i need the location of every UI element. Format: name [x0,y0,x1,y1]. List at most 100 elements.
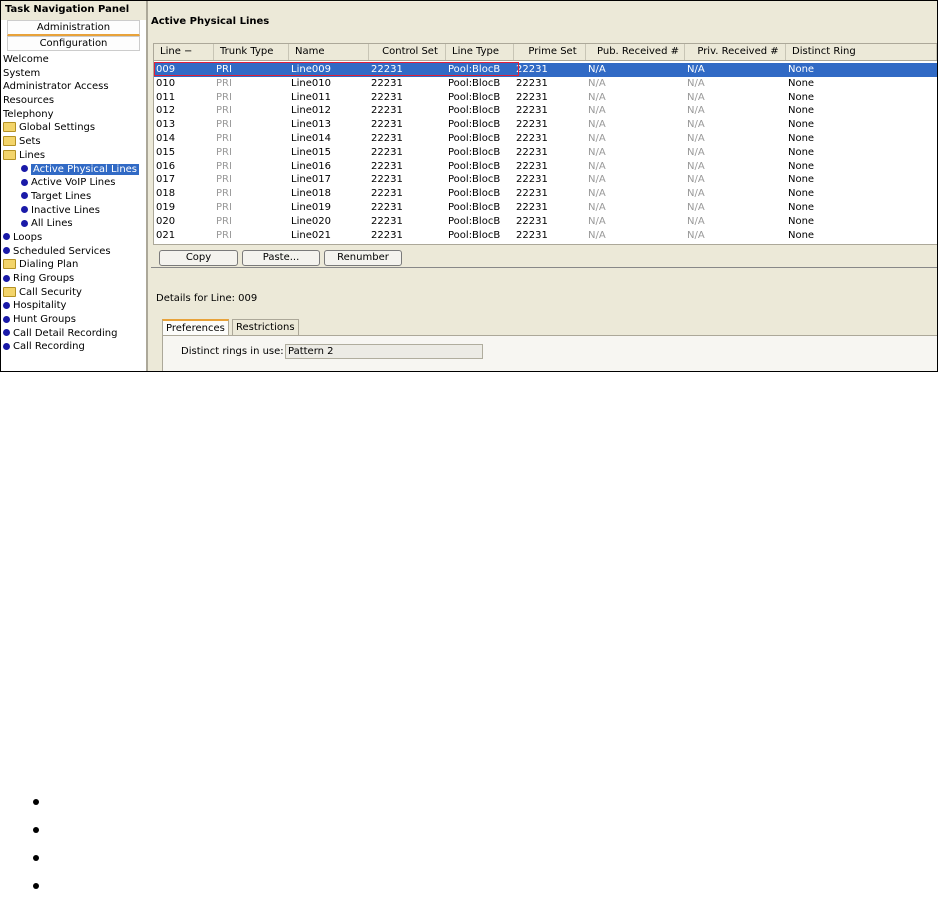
table-cell: 22231 [516,202,548,213]
table-cell: Line015 [291,146,331,158]
bullet-node-icon [3,315,10,323]
paste-button[interactable]: Paste... [242,250,320,266]
sidebar-item[interactable]: System [1,67,146,81]
table-cell: N/A [687,77,705,89]
table-cell: Line019 [291,202,331,213]
nav-tab-configuration[interactable]: Configuration [7,36,140,51]
sidebar-item[interactable]: Ring Groups [1,272,146,286]
sidebar-item[interactable]: Global Settings [1,121,146,135]
column-header[interactable]: Pub. Received # [586,44,685,60]
table-cell: 22231 [516,91,548,103]
sidebar-item[interactable]: Loops [1,231,146,245]
table-row[interactable]: 010 PRI Line010 22231 Pool:BlocB 22231 N/A N/A N… [154,77,937,91]
table-cell: Pool:BlocB [448,188,501,200]
table-cell: N/A [588,160,606,172]
sidebar-item[interactable]: Administrator Access [1,80,146,94]
sidebar-item[interactable]: Hospitality [1,299,146,313]
table-cell: PRI [216,105,232,117]
table-cell: None [788,133,815,144]
sidebar-item[interactable]: Active VoIP Lines [1,176,146,190]
copy-button[interactable]: Copy [159,250,238,266]
sidebar-item[interactable]: Hunt Groups [1,313,146,327]
table-row[interactable]: 013 PRI Line013 22231 Pool:BlocB 22231 N/A N/A N… [154,118,937,132]
table-cell: N/A [588,215,606,227]
column-header[interactable]: Control Set [369,44,446,60]
table-cell: N/A [687,105,705,117]
table-cell: 22231 [371,202,403,213]
table-cell: Pool:BlocB [448,119,501,131]
column-header[interactable]: Name [289,44,369,60]
sidebar-item[interactable]: Call Detail Recording [1,327,146,341]
table-cell: Pool:BlocB [448,133,501,144]
table-row[interactable]: 016 PRI Line016 22231 Pool:BlocB 22231 N/A N/A N… [154,160,937,174]
table-cell: None [788,77,815,89]
sidebar-item[interactable]: All Lines [1,217,146,231]
sidebar-item[interactable]: Sets [1,135,146,149]
sidebar-item[interactable]: Scheduled Services [1,245,146,259]
column-header[interactable]: Line − [154,44,214,60]
bullet-node-icon [21,219,28,227]
details-label: Details for Line: 009 [156,293,258,304]
table-cell: Line010 [291,77,331,89]
column-header[interactable]: Priv. Received # [685,44,786,60]
sidebar-item[interactable]: Target Lines [1,190,146,204]
table-cell: N/A [687,64,705,75]
table-cell: Line018 [291,188,331,200]
sidebar-item-label: Call Recording [13,341,85,353]
column-header[interactable]: Line Type [446,44,514,60]
table-cell: 012 [156,105,176,117]
table-cell: PRI [216,91,232,103]
table-row[interactable]: 019 PRI Line019 22231 Pool:BlocB 22231 N/A N/A N… [154,201,937,215]
table-cell: 010 [156,77,176,89]
table-cell: N/A [687,91,705,103]
sidebar-item[interactable]: Resources [1,94,146,108]
table-row[interactable]: 015 PRI Line015 22231 Pool:BlocB 22231 N/A N/A N… [154,146,937,160]
table-cell: 013 [156,119,176,131]
sidebar-item[interactable]: Active Physical Lines [1,163,146,177]
distinct-rings-field[interactable]: Pattern 2 [285,344,483,359]
table-cell: N/A [588,91,606,103]
table-cell: None [788,105,815,117]
sidebar-item[interactable]: Telephony [1,108,146,122]
table-cell: 22231 [516,146,548,158]
column-header[interactable]: Prime Set [514,44,586,60]
sidebar-item[interactable]: Lines [1,149,146,163]
table-cell: None [788,64,815,75]
sidebar-item[interactable]: Welcome [1,53,146,67]
splitter[interactable] [151,267,937,268]
bullet [33,883,39,889]
table-cell: 021 [156,229,176,241]
table-cell: None [788,202,815,213]
table-row[interactable]: 020 PRI Line020 22231 Pool:BlocB 22231 N/A N/A N… [154,215,937,229]
table-cell: 22231 [371,229,403,241]
table-cell: None [788,174,815,186]
sidebar-item[interactable]: Dialing Plan [1,258,146,272]
table-row[interactable]: 011 PRI Line011 22231 Pool:BlocB 22231 N/A N/A N… [154,91,937,105]
table-row[interactable]: 014 PRI Line014 22231 Pool:BlocB 22231 N/A N/A N… [154,132,937,146]
table-row[interactable]: 021 PRI Line021 22231 Pool:BlocB 22231 N/A N/A N… [154,229,937,243]
sidebar-item[interactable]: Call Recording [1,340,146,354]
bullet-node-icon [3,301,10,309]
table-cell: N/A [687,160,705,172]
folder-icon [3,286,16,297]
renumber-button[interactable]: Renumber [324,250,402,266]
column-header[interactable]: Trunk Type [214,44,289,60]
table-cell: 015 [156,146,176,158]
table-cell: 011 [156,91,176,103]
table-row[interactable]: 012 PRI Line012 22231 Pool:BlocB 22231 N/A N/A N… [154,104,937,118]
table-row[interactable]: 018 PRI Line018 22231 Pool:BlocB 22231 N/A N/A N… [154,187,937,201]
table-cell: Pool:BlocB [448,174,501,186]
sidebar-item[interactable]: Inactive Lines [1,204,146,218]
nav-tab-administration[interactable]: Administration [7,20,140,36]
distinct-rings-label: Distinct rings in use: [181,346,284,357]
table-cell: 017 [156,174,176,186]
bullet-node-icon [21,192,28,200]
table-cell: N/A [687,215,705,227]
table-row[interactable]: 009 PRI Line009 22231 Pool:BlocB 22231 N/A N/A N… [154,63,937,77]
table-row[interactable]: 017 PRI Line017 22231 Pool:BlocB 22231 N/A N/A N… [154,173,937,187]
column-header[interactable]: Distinct Ring [786,44,937,60]
table-cell: PRI [216,202,232,213]
table-cell: 009 [156,64,176,75]
sidebar-item[interactable]: Call Security [1,286,146,300]
table-cell: N/A [588,133,606,144]
